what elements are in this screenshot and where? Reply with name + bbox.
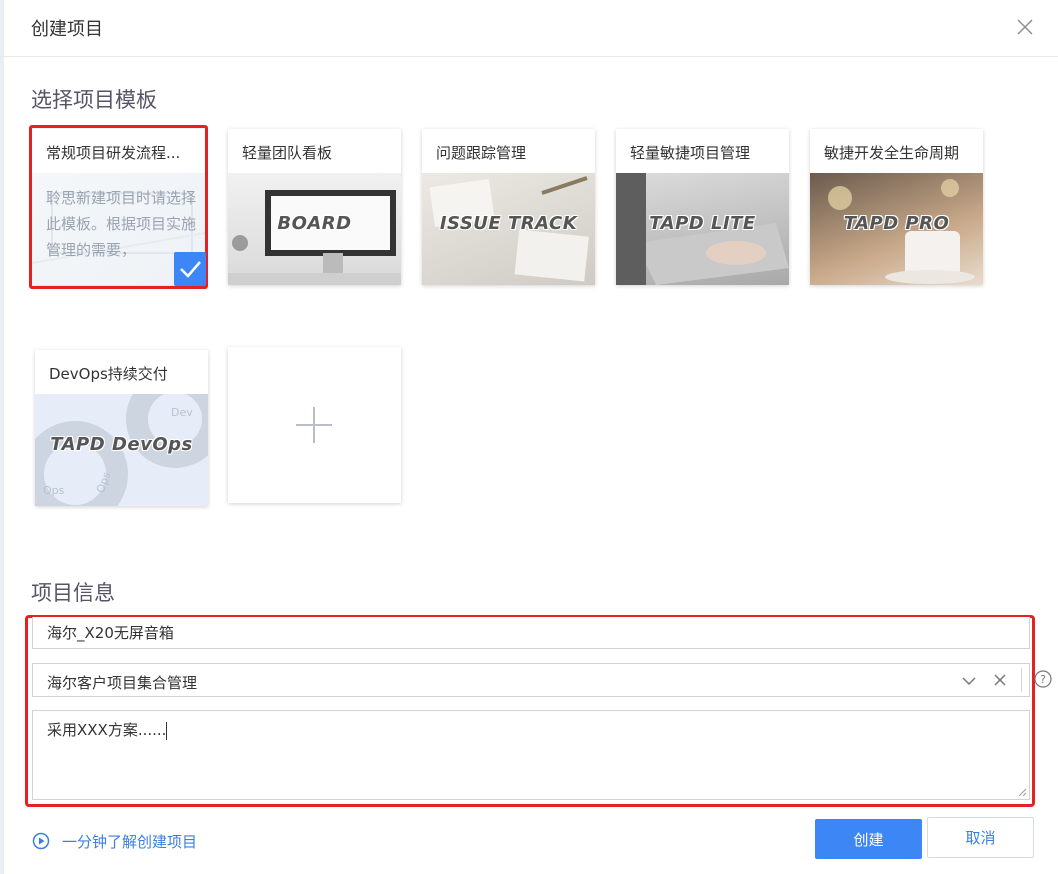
template-card-image-text: TAPD PRO [843,213,950,234]
selected-check-icon [174,252,206,286]
template-card-image: TAPD PRO [810,173,983,285]
template-card-image-text: BOARD [277,213,352,234]
template-card-title: 问题跟踪管理 [436,144,527,162]
background-page-edge [0,0,4,874]
project-description-text: 采用XXX方案...... [47,721,167,739]
project-set-value: 海尔客户项目集合管理 [47,674,198,692]
template-card-image: BOARD [228,173,401,285]
template-card-title: 轻量敏捷项目管理 [630,144,751,162]
template-card-image-text: ISSUE TRACK [439,213,578,234]
devops-decor-text: Dev [171,406,193,419]
template-card-lite[interactable]: 轻量敏捷项目管理 TAPD LITE [616,129,789,285]
template-card-devops[interactable]: DevOps持续交付 Dev Ops Ops TAPD DevOps [35,350,208,506]
close-icon[interactable] [1015,17,1035,37]
template-card-title: DevOps持续交付 [49,365,168,383]
project-description-field[interactable]: 采用XXX方案...... [32,710,1030,800]
devops-decor-text: Ops [43,484,65,497]
svg-text:?: ? [1040,673,1046,686]
template-card-board[interactable]: 轻量团队看板 BOARD [228,129,401,285]
template-card-pro[interactable]: 敏捷开发全生命周期 TAPD PRO [810,129,983,285]
cancel-button[interactable]: 取消 [927,817,1034,858]
resize-handle-icon[interactable] [1017,787,1027,797]
dialog-title: 创建项目 [31,19,103,40]
select-divider [1021,668,1022,692]
help-video-link-text: 一分钟了解创建项目 [62,833,198,851]
clear-icon[interactable] [993,673,1007,687]
template-card-image: Dev Ops Ops TAPD DevOps [35,394,208,506]
project-name-input[interactable] [33,617,1029,647]
text-cursor [166,721,168,740]
plus-icon [296,407,332,443]
template-section-title: 选择项目模板 [31,88,157,112]
template-card-issue-track[interactable]: 问题跟踪管理 ISSUE TRACK [422,129,595,285]
info-section-title: 项目信息 [31,581,115,605]
template-card-image: TAPD LITE [616,173,789,285]
template-card-image-text: TAPD LITE [649,213,756,234]
add-template-card[interactable] [228,347,401,503]
template-card-image: ISSUE TRACK [422,173,595,285]
template-card-title: 轻量团队看板 [242,144,333,162]
template-card-image-text: TAPD DevOps [50,434,193,455]
dialog-header: 创建项目 [0,0,1058,57]
chevron-down-icon[interactable] [961,674,977,688]
project-description-textarea[interactable]: 采用XXX方案...... [47,719,168,740]
play-circle-icon [32,832,50,850]
project-set-select[interactable]: 海尔客户项目集合管理 [32,663,1030,697]
template-card-title: 敏捷开发全生命周期 [824,144,960,162]
create-button[interactable]: 创建 [815,819,922,859]
project-name-field[interactable] [32,617,1030,649]
help-icon[interactable]: ? [1034,670,1052,688]
